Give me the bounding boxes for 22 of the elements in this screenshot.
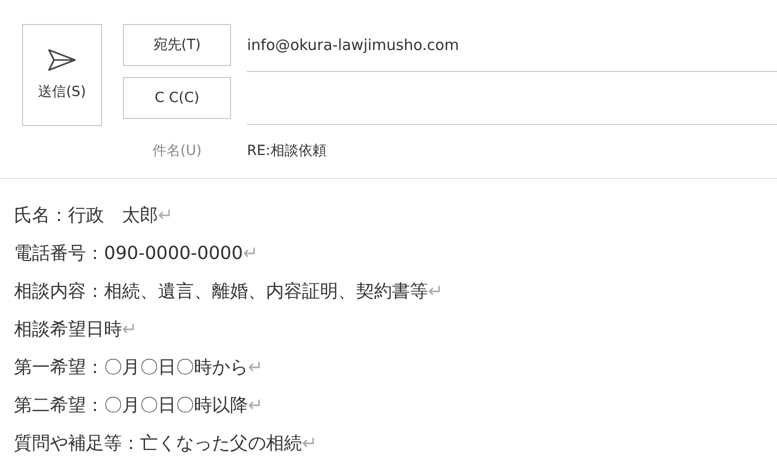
to-button[interactable]: 宛先(T) <box>123 24 231 66</box>
cc-button[interactable]: C C(C) <box>123 77 231 119</box>
paragraph-mark: ↵ <box>122 319 138 340</box>
body-line: 電話番号：090-0000-0000 <box>14 243 243 264</box>
paragraph-mark: ↵ <box>158 205 174 226</box>
body-line: 相談内容：相続、遺言、離婚、内容証明、契約書等 <box>14 281 428 302</box>
email-address[interactable]: info@okura-lawjimusho.com <box>247 34 459 57</box>
paragraph-mark: ↵ <box>428 281 444 302</box>
body-line: 質問や補足等：亡くなった父の相続 <box>14 433 302 454</box>
to-field[interactable]: info@okura-lawjimusho.com <box>247 24 777 72</box>
send-icon <box>47 48 77 72</box>
body-line: 第一希望：〇月〇日〇時から <box>14 357 248 378</box>
send-button[interactable]: 送信(S) <box>22 24 102 126</box>
body-line: 第二希望：〇月〇日〇時以降 <box>14 395 248 416</box>
subject-field[interactable]: RE:相談依頼 <box>247 140 326 162</box>
paragraph-mark: ↵ <box>242 243 258 264</box>
body-line: 相談希望日時 <box>14 319 122 340</box>
paragraph-mark: ↵ <box>248 395 264 416</box>
body-line: 氏名：行政 太郎 <box>14 205 158 226</box>
paragraph-mark: ↵ <box>248 357 264 378</box>
paragraph-mark: ↵ <box>302 433 318 454</box>
subject-label: 件名(U) <box>151 142 203 160</box>
